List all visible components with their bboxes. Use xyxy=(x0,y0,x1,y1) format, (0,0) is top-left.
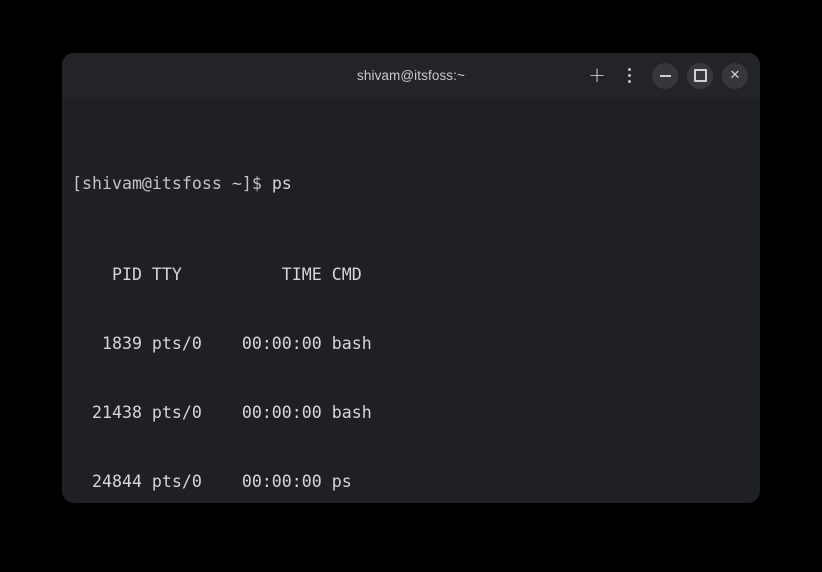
ps-row: 24844 pts/0 00:00:00 ps xyxy=(72,471,750,494)
maximize-button[interactable] xyxy=(687,63,713,89)
menu-button[interactable] xyxy=(615,62,643,90)
minimize-button[interactable] xyxy=(652,63,678,89)
maximize-icon xyxy=(694,69,707,82)
close-icon: ✕ xyxy=(730,69,741,82)
ps-row: 21438 pts/0 00:00:00 bash xyxy=(72,402,750,425)
close-button[interactable]: ✕ xyxy=(722,63,748,89)
window-title: shivam@itsfoss:~ xyxy=(357,68,465,83)
plus-icon: + xyxy=(588,65,606,86)
title-bar: shivam@itsfoss:~ + ✕ xyxy=(62,53,760,98)
ps-header-row: PID TTY TIME CMD xyxy=(72,264,750,287)
minimize-icon xyxy=(660,75,671,77)
terminal-output-area[interactable]: [shivam@itsfoss ~]$ ps PID TTY TIME CMD … xyxy=(62,98,760,503)
three-dots-icon xyxy=(628,68,631,83)
prompt-line-ps: [shivam@itsfoss ~]$ ps xyxy=(72,173,750,196)
ps-row: 1839 pts/0 00:00:00 bash xyxy=(72,333,750,356)
titlebar-controls: + ✕ xyxy=(583,53,748,98)
command-ps: ps xyxy=(272,174,292,193)
shell-prompt: [shivam@itsfoss ~]$ xyxy=(72,174,272,193)
new-tab-button[interactable]: + xyxy=(583,62,611,90)
terminal-window: shivam@itsfoss:~ + ✕ [shivam@itsfoss ~]$… xyxy=(62,53,760,503)
